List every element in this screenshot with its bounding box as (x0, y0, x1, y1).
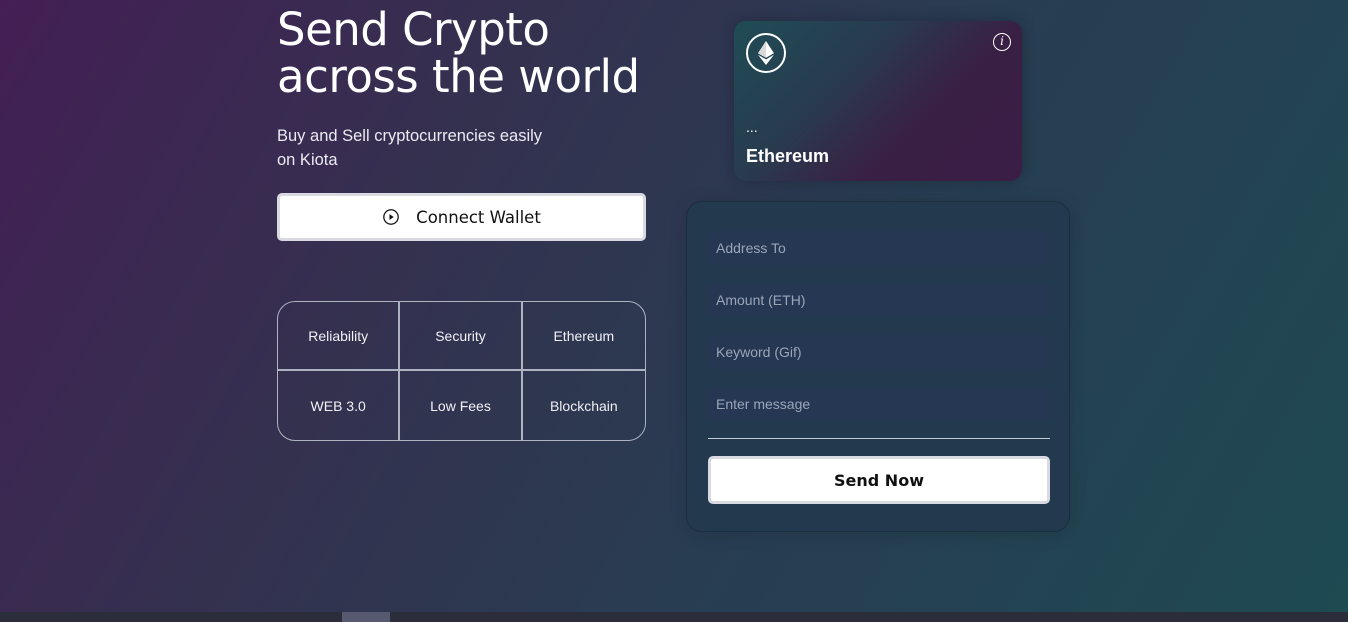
info-icon[interactable]: i (993, 33, 1011, 51)
connect-wallet-label: Connect Wallet (416, 207, 541, 227)
feature-web3: WEB 3.0 (278, 371, 401, 440)
keyword-input[interactable] (708, 335, 1049, 369)
hero-title-line1: Send Crypto (277, 3, 550, 56)
feature-low-fees: Low Fees (400, 371, 523, 440)
address-to-input[interactable] (708, 231, 1049, 265)
hero-title: Send Crypto across the world (277, 6, 647, 100)
wallet-address: ... (746, 119, 758, 135)
message-input[interactable] (708, 387, 1049, 421)
form-divider (708, 438, 1050, 439)
amount-input[interactable] (708, 283, 1049, 317)
ethereum-card: i ... Ethereum (734, 21, 1022, 181)
features-grid: Reliability Security Ethereum WEB 3.0 Lo… (277, 301, 646, 441)
feature-ethereum: Ethereum (522, 302, 645, 371)
send-now-button[interactable]: Send Now (708, 456, 1050, 504)
hero-subtitle: Buy and Sell cryptocurrencies easily on … (277, 124, 547, 172)
connect-wallet-button[interactable]: Connect Wallet (277, 193, 646, 241)
scrollbar-thumb[interactable] (342, 612, 390, 622)
feature-security: Security (400, 302, 523, 371)
feature-reliability: Reliability (278, 302, 401, 371)
card-currency-name: Ethereum (746, 146, 830, 166)
play-circle-icon (383, 209, 400, 225)
hero-subtitle-line1: Buy and Sell cryptocurrencies easily (277, 127, 543, 145)
feature-blockchain: Blockchain (549, 397, 618, 414)
hero-section: Send Crypto across the world Buy and Sel… (277, 6, 647, 241)
hero-subtitle-line2: on Kiota (277, 151, 338, 169)
horizontal-scrollbar[interactable] (0, 612, 1348, 622)
ethereum-icon (746, 33, 786, 73)
send-form: Send Now (686, 201, 1070, 532)
hero-title-line2: across the world (277, 50, 640, 103)
